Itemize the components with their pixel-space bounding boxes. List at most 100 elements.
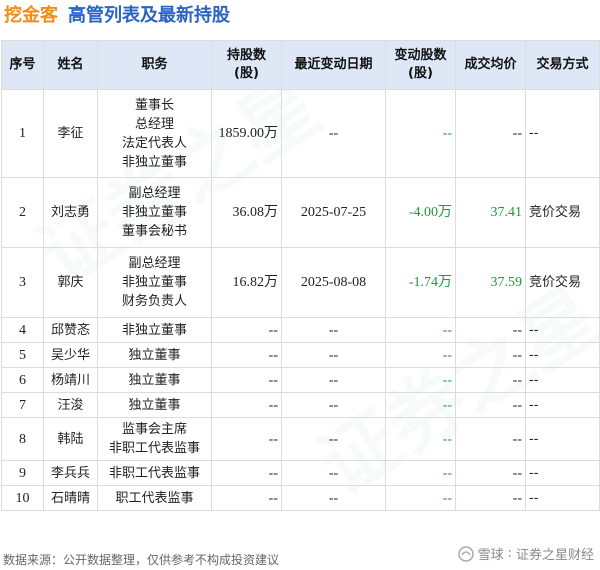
cell-change-shares: -- xyxy=(385,485,456,511)
cell-name: 石晴晴 xyxy=(43,485,98,511)
position-item: 总经理 xyxy=(134,116,174,132)
position-item: 财务负责人 xyxy=(121,294,187,309)
cell-name: 邱赞忞 xyxy=(43,317,98,343)
cell-seq: 3 xyxy=(1,247,44,318)
cell-change-date: -- xyxy=(281,317,386,343)
header-change-date: 最近变动日期 xyxy=(281,40,386,90)
cell-shares: 16.82万 xyxy=(211,247,282,318)
cell-position: 非独立董事 xyxy=(97,317,212,343)
cell-position: 独立董事 xyxy=(97,367,212,393)
table-row: 6 杨靖川 独立董事 -- -- -- -- -- xyxy=(1,367,600,393)
cell-avg-price: -- xyxy=(455,317,526,343)
position-item: 非职工代表监事 xyxy=(108,441,200,456)
cell-name: 吴少华 xyxy=(43,342,98,368)
cell-position: 副总经理 非独立董事 财务负责人 xyxy=(97,247,212,318)
header-trade-method: 交易方式 xyxy=(525,40,600,90)
position-item: 职工代表监事 xyxy=(115,490,194,506)
cell-seq: 9 xyxy=(1,460,44,486)
cell-avg-price: 37.59 xyxy=(455,247,526,318)
cell-seq: 8 xyxy=(1,417,44,461)
data-source-note: 数据来源：公开数据整理，仅供参考不构成投资建议 xyxy=(3,553,280,567)
cell-shares: 1859.00万 xyxy=(211,89,282,178)
position-item: 董事会秘书 xyxy=(121,224,187,239)
cell-seq: 10 xyxy=(1,485,44,511)
cell-seq: 6 xyxy=(1,367,44,393)
position-item: 副总经理 xyxy=(128,186,181,201)
cell-avg-price: 37.41 xyxy=(455,177,526,248)
cell-name: 刘志勇 xyxy=(43,177,98,248)
cell-change-date: -- xyxy=(281,485,386,511)
cell-position: 董事长 总经理 法定代表人 非独立董事 xyxy=(97,89,212,178)
cell-change-date: 2025-07-25 xyxy=(281,177,386,248)
cell-shares: -- xyxy=(211,367,282,393)
table-row: 9 李兵兵 非职工代表监事 -- -- -- -- -- xyxy=(1,460,600,486)
cell-trade-method: -- xyxy=(525,392,600,418)
platform-credit: 雪球: 证券之星财经 xyxy=(457,544,594,563)
position-item: 独立董事 xyxy=(128,397,181,413)
cell-seq: 7 xyxy=(1,392,44,418)
table-row: 4 邱赞忞 非独立董事 -- -- -- -- -- xyxy=(1,317,600,343)
cell-avg-price: -- xyxy=(455,485,526,511)
cell-avg-price: -- xyxy=(455,417,526,461)
cell-trade-method: -- xyxy=(525,367,600,393)
cell-change-shares: -1.74万 xyxy=(385,247,456,318)
cell-change-date: -- xyxy=(281,342,386,368)
table-row: 5 吴少华 独立董事 -- -- -- -- -- xyxy=(1,342,600,368)
cell-change-date: -- xyxy=(281,89,386,178)
header-change-shares: 变动股数 (股) xyxy=(385,40,456,90)
cell-position: 监事会主席 非职工代表监事 xyxy=(97,417,212,461)
cell-change-shares: -- xyxy=(385,89,456,178)
header-seq: 序号 xyxy=(1,40,44,90)
cell-position: 独立董事 xyxy=(97,342,212,368)
cell-shares: -- xyxy=(211,417,282,461)
cell-shares: -- xyxy=(211,485,282,511)
cell-trade-method: 竞价交易 xyxy=(525,247,600,318)
cell-name: 杨靖川 xyxy=(43,367,98,393)
table-row: 8 韩陆 监事会主席 非职工代表监事 -- -- -- -- -- xyxy=(1,417,600,461)
cell-shares: -- xyxy=(211,460,282,486)
cell-name: 韩陆 xyxy=(43,417,98,461)
header-name: 姓名 xyxy=(43,40,98,90)
position-item: 非独立董事 xyxy=(121,322,187,338)
cell-trade-method: -- xyxy=(525,460,600,486)
snowball-icon xyxy=(457,545,474,562)
position-item: 非独立董事 xyxy=(121,154,187,170)
cell-seq: 2 xyxy=(1,177,44,248)
cell-avg-price: -- xyxy=(455,89,526,178)
cell-name: 李兵兵 xyxy=(43,460,98,486)
account-name: 证券之星财经 xyxy=(515,548,594,563)
cell-name: 李征 xyxy=(43,89,98,178)
position-item: 法定代表人 xyxy=(121,135,187,151)
cell-trade-method: -- xyxy=(525,317,600,343)
cell-change-date: 2025-08-08 xyxy=(281,247,386,318)
cell-shares: -- xyxy=(211,317,282,343)
cell-trade-method: -- xyxy=(525,485,600,511)
cell-avg-price: -- xyxy=(455,367,526,393)
executive-table: 序号 姓名 职务 持股数 (股) 最近变动日期 变动股数 (股) 成交均价 交易方式 1 李征 董事长… xyxy=(1,40,600,511)
table-row: 1 李征 董事长 总经理 法定代表人 非独立董事 1859.00万 -- -- -- -- xyxy=(1,89,600,178)
cell-name: 汪浚 xyxy=(43,392,98,418)
cell-shares: -- xyxy=(211,342,282,368)
cell-position: 非职工代表监事 xyxy=(97,460,212,486)
cell-avg-price: -- xyxy=(455,392,526,418)
position-item: 独立董事 xyxy=(128,347,181,363)
platform-name: 雪球 xyxy=(477,548,504,563)
cell-trade-method: -- xyxy=(525,342,600,368)
table-row: 2 刘志勇 副总经理 非独立董事 董事会秘书 36.08万 2025-07-25 -4.00万… xyxy=(1,177,600,248)
cell-trade-method: 竞价交易 xyxy=(525,177,600,248)
cell-change-shares: -- xyxy=(385,417,456,461)
page-title: 挖金客 高管列表及最新持股 xyxy=(4,2,230,30)
cell-trade-method: -- xyxy=(525,417,600,461)
cell-change-date: -- xyxy=(281,392,386,418)
cell-change-shares: -- xyxy=(385,392,456,418)
cell-shares: -- xyxy=(211,392,282,418)
cell-change-shares: -- xyxy=(385,460,456,486)
cell-trade-method: -- xyxy=(525,89,600,178)
cell-change-shares: -- xyxy=(385,317,456,343)
header-position: 职务 xyxy=(97,40,212,90)
position-item: 副总经理 xyxy=(128,256,181,271)
cell-seq: 1 xyxy=(1,89,44,178)
table-row: 10 石晴晴 职工代表监事 -- -- -- -- -- xyxy=(1,485,600,511)
table-row: 3 郭庆 副总经理 非独立董事 财务负责人 16.82万 2025-08-08 -1.74万 3… xyxy=(1,247,600,318)
position-item: 非职工代表监事 xyxy=(108,465,200,481)
